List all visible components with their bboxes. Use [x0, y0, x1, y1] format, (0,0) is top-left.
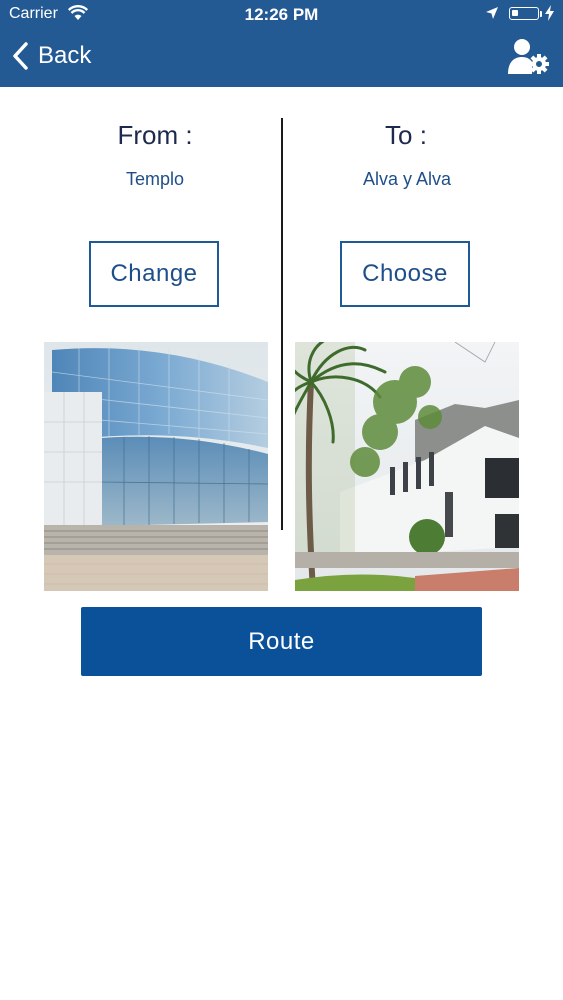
to-place-photo	[295, 342, 519, 591]
user-settings-icon[interactable]	[506, 38, 552, 76]
status-bar: Carrier 12:26 PM	[0, 0, 563, 30]
from-place: Templo	[125, 169, 185, 189]
change-button[interactable]: Change	[89, 241, 219, 307]
battery-icon	[509, 7, 539, 20]
to-place: Alva y Alva	[362, 169, 452, 189]
from-place-photo	[44, 342, 268, 591]
to-title: To :	[385, 120, 427, 150]
header-bar: Carrier 12:26 PM Back	[0, 0, 563, 87]
choose-button[interactable]: Choose	[340, 241, 470, 307]
chevron-left-icon	[13, 42, 28, 70]
back-label: Back	[38, 42, 92, 69]
route-button[interactable]: Route	[81, 607, 482, 676]
battery-tip	[540, 11, 542, 17]
status-time: 12:26 PM	[244, 5, 319, 24]
from-title: From :	[117, 120, 193, 150]
location-arrow-icon	[486, 7, 498, 19]
charging-bolt-icon	[545, 5, 554, 21]
column-divider	[281, 118, 283, 530]
back-button[interactable]: Back	[10, 38, 91, 74]
